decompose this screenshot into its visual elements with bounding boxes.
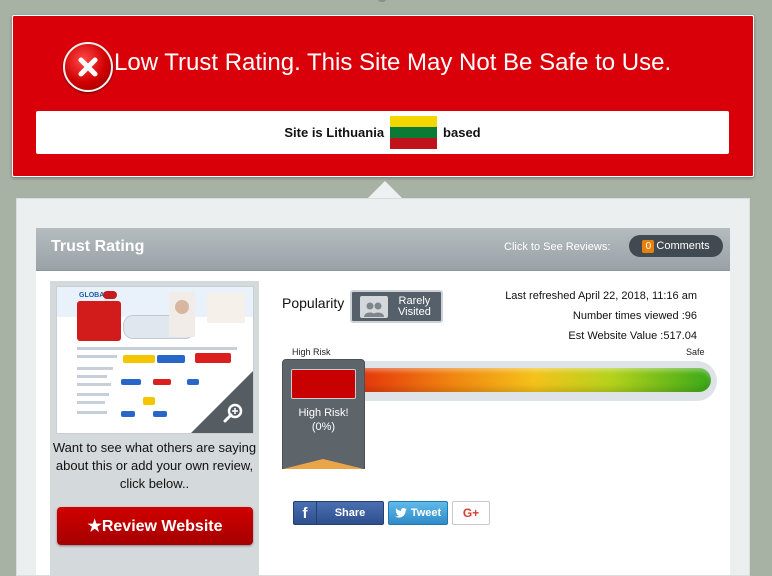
- share-buttons: f Share Tweet G+: [293, 501, 490, 525]
- popularity-badge-text: Rarely Visited: [398, 295, 431, 318]
- alert-title: Low Trust Rating. This Site May Not Be S…: [114, 49, 672, 76]
- card-header: Trust Rating Click to See Reviews: 0 Com…: [36, 228, 730, 271]
- twitter-bird-icon: [394, 508, 407, 518]
- facebook-share-button[interactable]: f Share: [293, 501, 384, 525]
- twitter-tweet-button[interactable]: Tweet: [388, 501, 448, 525]
- review-column: GLOBAL Want to see what others are sayin…: [50, 281, 259, 576]
- location-bar: Site is Lithuania based: [36, 111, 729, 154]
- popularity-badge: Rarely Visited: [350, 290, 443, 323]
- risk-status-line2: (0%): [311, 421, 336, 433]
- site-screenshot-thumbnail[interactable]: GLOBAL: [56, 286, 254, 434]
- facebook-icon: f: [294, 502, 317, 524]
- gauge-label-high-risk: High Risk: [292, 347, 331, 357]
- review-prompt-text: Want to see what others are saying about…: [52, 440, 257, 491]
- alert-banner: Low Trust Rating. This Site May Not Be S…: [12, 15, 754, 177]
- google-plus-button[interactable]: G+: [452, 501, 490, 525]
- twitter-tweet-label: Tweet: [410, 507, 442, 519]
- risk-status-text: High Risk! (0%): [283, 406, 364, 434]
- card-title: Trust Rating: [51, 238, 145, 255]
- location-suffix: based: [443, 125, 481, 140]
- popularity-badge-line2: Visited: [398, 305, 431, 318]
- comments-button[interactable]: 0 Comments: [629, 235, 723, 257]
- zoom-magnifier-icon: [223, 403, 243, 423]
- risk-indicator-window: [291, 369, 356, 399]
- panel-pointer: [367, 181, 403, 199]
- users-icon: [360, 295, 388, 318]
- top-handle: [378, 0, 386, 2]
- trust-panel: Trust Rating Click to See Reviews: 0 Com…: [16, 198, 750, 576]
- comment-count-badge: 0: [642, 239, 655, 253]
- risk-indicator-fill: [292, 370, 355, 398]
- website-value-text: Est Website Value :517.04: [568, 330, 697, 342]
- risk-status-line1: High Risk!: [298, 407, 349, 419]
- comments-label: Comments: [656, 240, 710, 252]
- facebook-share-label: Share: [334, 507, 366, 519]
- times-viewed-text: Number times viewed :96: [572, 310, 697, 322]
- trust-card: Trust Rating Click to See Reviews: 0 Com…: [36, 228, 730, 576]
- risk-indicator-foot: [283, 459, 364, 469]
- reviews-prompt: Click to See Reviews:: [504, 241, 611, 253]
- location-prefix: Site is Lithuania: [284, 125, 385, 140]
- last-refreshed-text: Last refreshed April 22, 2018, 11:16 am: [505, 290, 697, 302]
- lithuania-flag-icon: [390, 115, 438, 150]
- risk-indicator: High Risk! (0%): [282, 359, 365, 469]
- popularity-label: Popularity: [282, 295, 345, 311]
- close-circle-icon: [63, 42, 113, 92]
- gauge-label-safe: Safe: [686, 347, 705, 357]
- review-website-button[interactable]: ★Review Website: [57, 507, 253, 545]
